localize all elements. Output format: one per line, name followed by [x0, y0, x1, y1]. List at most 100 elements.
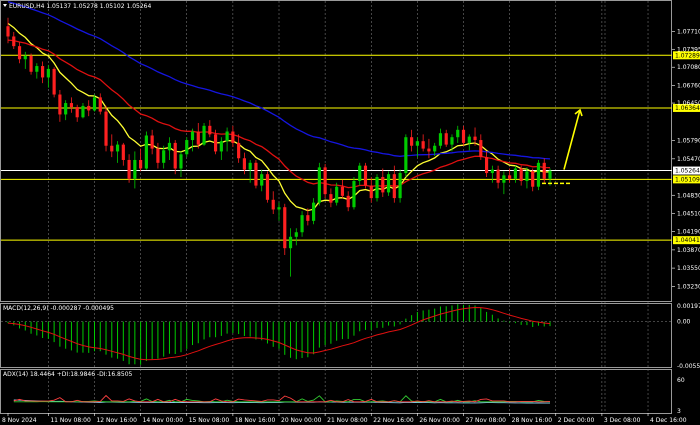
candle-body: [23, 55, 27, 60]
candle-body: [502, 175, 506, 183]
time-label: 8 Nov 2024: [2, 417, 37, 424]
candle-body: [139, 159, 143, 169]
time-label: 21 Nov 08:00: [327, 417, 368, 424]
candle-body: [421, 141, 425, 149]
candle-body: [473, 136, 477, 141]
adx-axis-label: 3: [677, 408, 681, 415]
macd-label: MACD(12,26,9) -0.000287 -0.000495: [3, 305, 114, 312]
macd-axis-label: -0.005579: [677, 363, 700, 370]
candle-body: [519, 168, 523, 182]
candle-body: [369, 185, 373, 199]
time-label: 22 Nov 16:00: [373, 417, 414, 424]
candle-body: [531, 171, 535, 187]
candle-body: [346, 195, 350, 208]
candle-body: [6, 26, 10, 37]
candle-body: [173, 142, 177, 169]
candle-body: [133, 159, 137, 179]
candle-body: [392, 174, 396, 199]
candle-body: [444, 133, 448, 145]
candle-body: [525, 171, 529, 182]
candle-body: [254, 162, 258, 186]
candle-body: [81, 105, 85, 118]
candle-body: [427, 148, 431, 152]
candle-body: [375, 177, 379, 199]
price-label: 1.06760: [677, 82, 700, 89]
candle-body: [363, 165, 368, 186]
level-tag-label: 1.04041: [675, 237, 700, 244]
candle-body: [283, 207, 287, 249]
time-label: 3 Dec 08:00: [604, 417, 641, 424]
price-label: 1.04830: [677, 192, 700, 199]
candle-body: [52, 68, 56, 95]
candle-body: [381, 177, 385, 193]
price-label: 1.04510: [677, 210, 700, 217]
candle-body: [127, 159, 131, 179]
candle-body: [110, 145, 114, 152]
time-label: 11 Nov 08:00: [50, 417, 91, 424]
price-label: 1.06450: [677, 100, 700, 107]
time-label: 26 Nov 00:00: [419, 417, 460, 424]
candle-body: [98, 97, 102, 112]
candle-body: [456, 129, 460, 138]
candle-body: [352, 181, 356, 208]
price-label: 1.07710: [677, 28, 700, 35]
candle-body: [386, 174, 391, 193]
price-label: 1.07395: [677, 46, 700, 53]
candle-body: [277, 207, 281, 210]
candle-body: [162, 150, 166, 163]
candle-body: [415, 141, 419, 146]
candle-body: [300, 215, 304, 233]
candle-body: [335, 186, 339, 203]
time-label: 2 Dec 00:00: [558, 417, 595, 424]
price-label: 1.03870: [677, 247, 700, 254]
time-label: 20 Nov 00:00: [281, 417, 322, 424]
candle-body: [260, 174, 264, 186]
candle-body: [179, 154, 183, 169]
candle-body: [467, 136, 471, 143]
candle-body: [92, 97, 97, 111]
macd-axis-label: 0.00: [677, 319, 691, 326]
trading-chart[interactable]: 1.072891.063641.052641.051091.04041 1.07…: [0, 0, 700, 425]
candle-body: [237, 142, 241, 159]
candle-body: [144, 135, 148, 169]
macd-axis-label: 0.001972: [677, 303, 700, 310]
price-label: 1.07080: [677, 64, 700, 71]
candle-body: [46, 68, 50, 78]
candle-body: [329, 194, 333, 203]
candle-body: [358, 165, 362, 182]
candle-body: [548, 170, 552, 179]
candle-body: [121, 144, 125, 160]
candle-body: [208, 125, 212, 135]
candle-body: [536, 162, 541, 187]
price-label: 1.05790: [677, 138, 700, 145]
time-label: 27 Nov 08:00: [466, 417, 507, 424]
price-label: 1.03230: [677, 283, 700, 290]
candle-body: [271, 199, 275, 210]
time-label: 14 Nov 00:00: [143, 417, 184, 424]
candle-body: [513, 168, 517, 179]
time-label: 28 Nov 16:00: [512, 417, 553, 424]
symbol-info: EURUSD,H4 1.05137 1.05278 1.05102 1.0526…: [9, 3, 151, 10]
candle-body: [288, 236, 293, 249]
candle-body: [265, 174, 270, 200]
level-tag-label: 1.05109: [675, 176, 700, 183]
time-label: 18 Nov 16:00: [235, 417, 276, 424]
candle-body: [58, 94, 62, 115]
candle-body: [213, 134, 218, 152]
candle-body: [69, 103, 74, 108]
candle-body: [484, 157, 489, 174]
candle-body: [461, 129, 466, 143]
candle-body: [115, 144, 120, 152]
candle-body: [219, 141, 223, 152]
candle-body: [190, 131, 195, 141]
candle-body: [479, 140, 483, 158]
candle-body: [29, 55, 33, 72]
candle-body: [64, 103, 68, 115]
price-label: 1.04190: [677, 229, 700, 236]
time-label: 4 Dec 16:00: [650, 417, 687, 424]
candle-body: [185, 140, 189, 155]
level-tag-label: 1.07289: [675, 52, 700, 59]
candle-body: [450, 137, 454, 145]
candle-body: [248, 162, 252, 170]
candle-body: [404, 137, 408, 174]
